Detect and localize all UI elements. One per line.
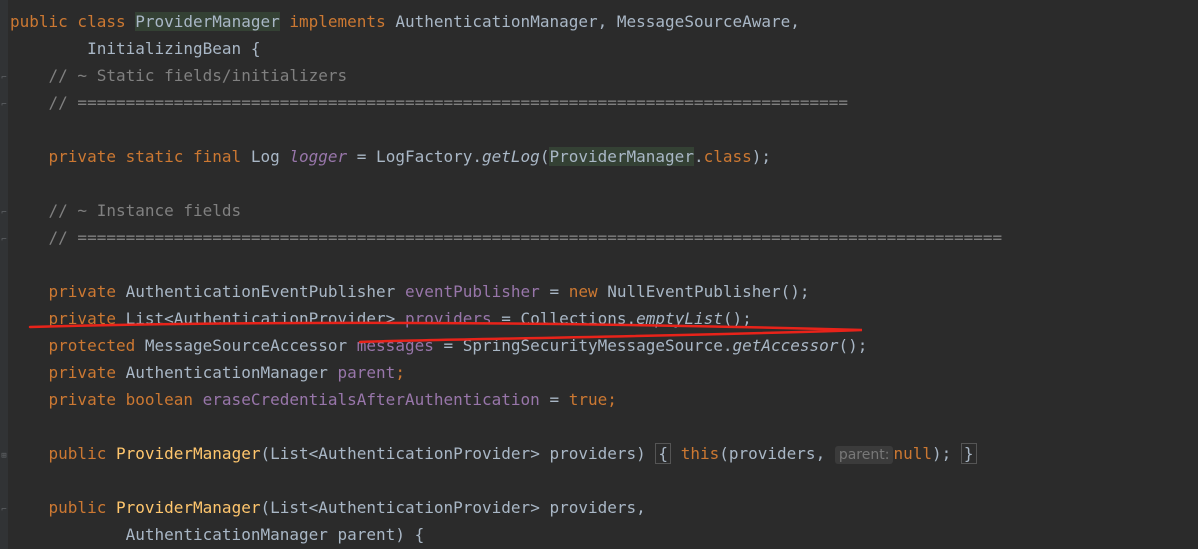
method-call: getAccessor	[732, 336, 839, 355]
code-line: private boolean eraseCredentialsAfterAut…	[48, 390, 617, 409]
comment-line: // ~ Static fields/initializers	[10, 66, 348, 85]
comment-line: // =====================================…	[10, 93, 849, 112]
keyword: protected	[48, 336, 145, 355]
folded-brace[interactable]: {	[655, 443, 672, 464]
code-line: private static final Log logger = LogFac…	[48, 147, 772, 166]
keyword: public class	[10, 12, 136, 31]
parameter-list: (List<AuthenticationProvider> providers,	[260, 498, 646, 517]
code-line: public class ProviderManager implements …	[10, 8, 1198, 35]
constructor-name: ProviderManager	[115, 444, 261, 463]
field-name: providers	[404, 309, 492, 328]
code-line: private AuthenticationEventPublisher eve…	[48, 282, 810, 301]
keyword: private	[48, 363, 126, 382]
interface-list: AuthenticationManager, MessageSourceAwar…	[395, 12, 800, 31]
fold-marker-icon[interactable]: ⌐	[0, 207, 8, 219]
field-name: eventPublisher	[404, 282, 540, 301]
code-line: private AuthenticationManager parent;	[48, 363, 405, 382]
parameter-hint: parent:	[834, 446, 894, 464]
fold-marker-icon[interactable]: ⌐	[0, 99, 8, 111]
type: MessageSourceAccessor	[144, 336, 357, 355]
type: List<AuthenticationProvider>	[125, 309, 405, 328]
code-editor[interactable]: public class ProviderManager implements …	[10, 8, 1198, 548]
fold-marker-icon[interactable]: ⌐	[0, 504, 8, 516]
constructor-name: ProviderManager	[115, 498, 261, 517]
class-name: ProviderManager	[135, 12, 280, 31]
type: Log	[250, 147, 290, 166]
comment-line: // ~ Instance fields	[10, 201, 242, 220]
fold-marker-icon[interactable]: ⊞	[0, 450, 8, 462]
keyword: private boolean	[48, 390, 203, 409]
fold-marker-icon[interactable]: ⌐	[0, 72, 8, 84]
keyword: private static final	[48, 147, 251, 166]
field-name: logger	[289, 147, 348, 166]
method-call: getLog	[482, 147, 540, 166]
keyword: true	[568, 390, 608, 409]
code-line: protected MessageSourceAccessor messages…	[48, 336, 868, 355]
keyword: private	[48, 309, 126, 328]
keyword: public	[48, 498, 116, 517]
type: AuthenticationManager	[125, 363, 338, 382]
type: AuthenticationEventPublisher	[125, 282, 405, 301]
parameter-list: (List<AuthenticationProvider> providers)	[260, 444, 646, 463]
class-name: ProviderManager	[549, 147, 694, 166]
field-name: eraseCredentialsAfterAuthentication	[202, 390, 540, 409]
fold-marker-icon[interactable]: ⌐	[0, 234, 8, 246]
keyword: private	[48, 282, 126, 301]
keyword: public	[48, 444, 116, 463]
field-name: messages	[356, 336, 434, 355]
comment-line: // =====================================…	[10, 228, 1003, 247]
keyword: implements	[279, 12, 396, 31]
keyword: class	[703, 147, 752, 166]
folded-brace[interactable]: }	[960, 443, 977, 464]
keyword: null	[893, 444, 932, 463]
method-call: emptyList	[636, 309, 723, 328]
field-name: parent	[337, 363, 396, 382]
keyword: this	[680, 444, 720, 463]
code-line: InitializingBean {	[10, 39, 261, 58]
code-line: private List<AuthenticationProvider> pro…	[48, 309, 752, 328]
keyword: new	[568, 282, 608, 301]
code-line: AuthenticationManager parent) {	[10, 525, 425, 544]
code-line: public ProviderManager(List<Authenticati…	[10, 440, 1198, 467]
code-line: public ProviderManager(List<Authenticati…	[10, 494, 1198, 521]
